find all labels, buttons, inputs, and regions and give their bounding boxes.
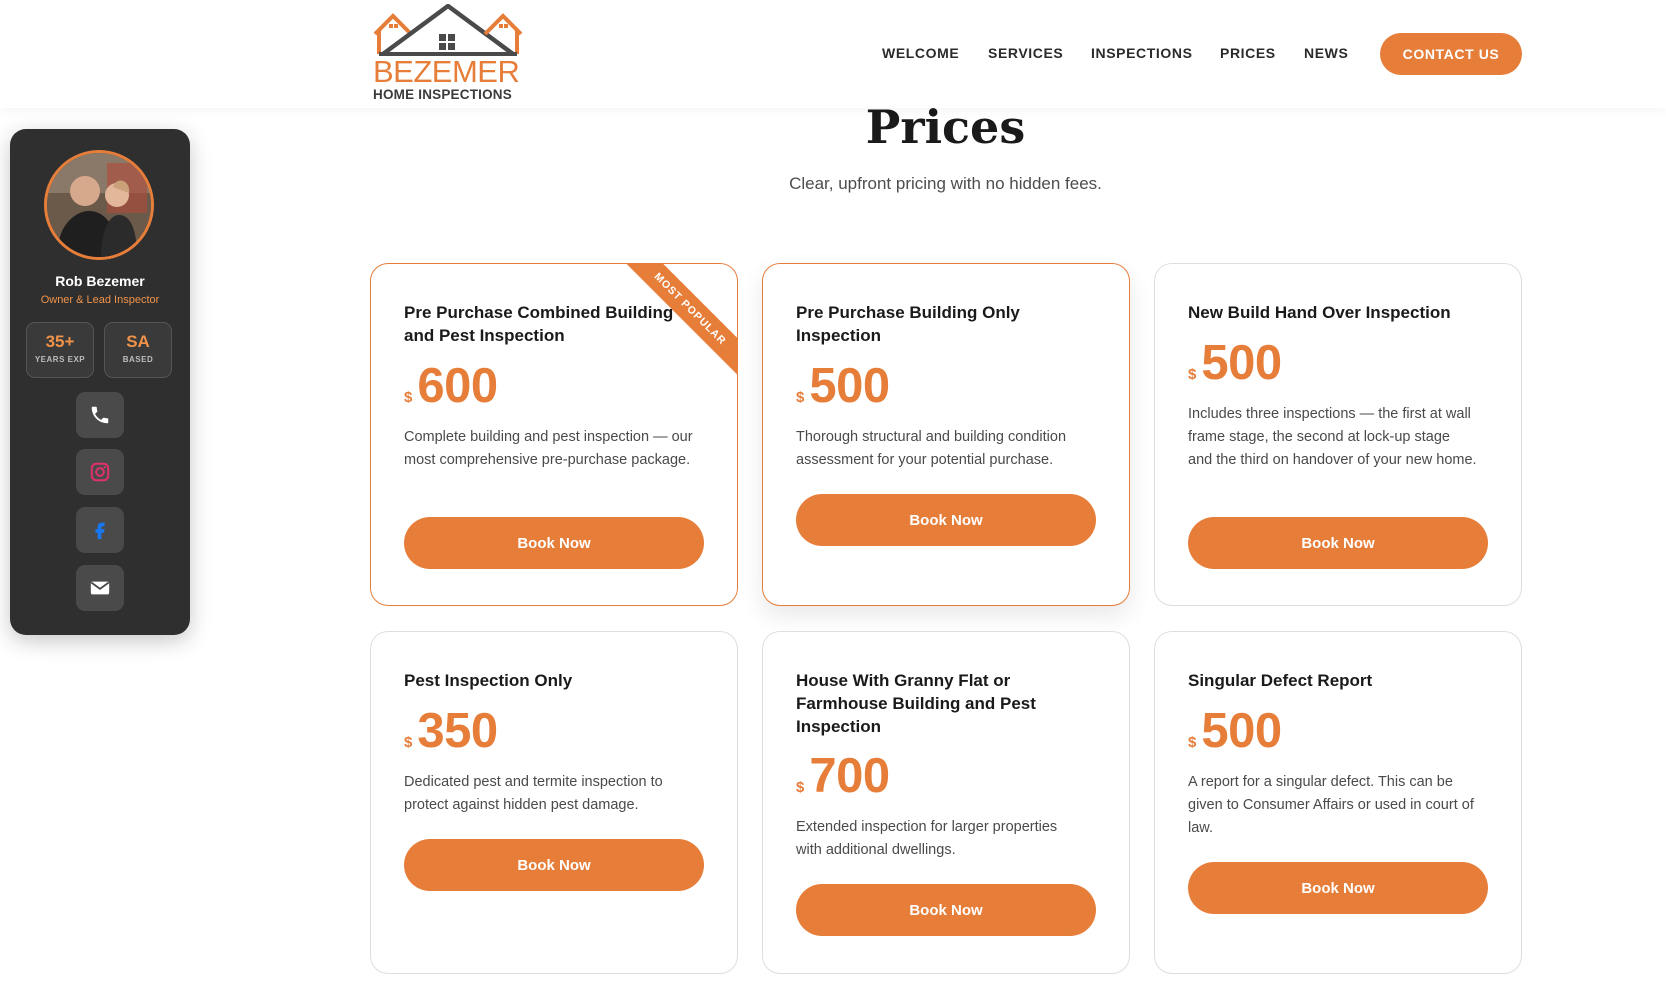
- nav-prices[interactable]: PRICES: [1220, 45, 1276, 61]
- card-title: New Build Hand Over Inspection: [1188, 303, 1451, 322]
- card-price: $ 700: [796, 752, 890, 801]
- price-currency: $: [1188, 366, 1197, 383]
- card-price: $ 500: [796, 362, 890, 411]
- book-now-button[interactable]: Book Now: [404, 517, 704, 569]
- phone-button[interactable]: [76, 392, 124, 438]
- card-description: Includes three inspections — the first a…: [1188, 406, 1477, 468]
- house-logo-icon: [373, 4, 523, 56]
- site-header: BEZEMER HOME INSPECTIONS WELCOME SERVICE…: [0, 0, 1666, 108]
- inspector-name: Rob Bezemer: [55, 273, 145, 289]
- price-card-new-build: New Build Hand Over Inspection $ 500 Inc…: [1154, 263, 1522, 606]
- stat-value: 35+: [45, 332, 75, 351]
- contact-us-button[interactable]: CONTACT US: [1380, 33, 1522, 75]
- facebook-button[interactable]: [76, 507, 124, 553]
- price-amount: 500: [1201, 704, 1282, 758]
- card-description: Thorough structural and building conditi…: [796, 429, 1067, 468]
- price-currency: $: [404, 389, 413, 406]
- book-now-button[interactable]: Book Now: [404, 839, 704, 891]
- price-currency: $: [796, 779, 805, 796]
- price-card-combined: MOST POPULAR Pre Purchase Combined Build…: [370, 263, 738, 606]
- card-description: Extended inspection for larger propertie…: [796, 819, 1058, 858]
- stat-location: SA BASED: [104, 322, 172, 378]
- email-button[interactable]: [76, 565, 124, 611]
- book-now-button[interactable]: Book Now: [796, 884, 1096, 936]
- card-title: Singular Defect Report: [1188, 671, 1373, 690]
- profile-photo: [47, 153, 151, 257]
- page-title: Prices: [865, 100, 1026, 154]
- price-currency: $: [796, 389, 805, 406]
- price-amount: 350: [417, 704, 498, 758]
- card-price: $ 350: [404, 707, 498, 756]
- card-description: Dedicated pest and termite inspection to…: [404, 774, 663, 813]
- card-title: Pre Purchase Combined Building and Pest …: [404, 303, 674, 345]
- instagram-button[interactable]: [76, 449, 124, 495]
- card-price: $ 500: [1188, 339, 1282, 388]
- instagram-icon: [90, 462, 110, 482]
- stat-years: 35+ YEARS EXP: [26, 322, 94, 378]
- avatar: [44, 150, 154, 260]
- email-icon: [90, 581, 110, 595]
- logo-wordmark: BEZEMER: [373, 54, 520, 89]
- price-amount: 700: [809, 749, 890, 803]
- price-card-building-only: Pre Purchase Building Only Inspection $ …: [762, 263, 1130, 606]
- nav-services[interactable]: SERVICES: [988, 45, 1063, 61]
- nav-news[interactable]: NEWS: [1304, 45, 1348, 61]
- page-subtitle: Clear, upfront pricing with no hidden fe…: [789, 174, 1102, 193]
- book-now-button[interactable]: Book Now: [1188, 862, 1488, 914]
- book-now-button[interactable]: Book Now: [1188, 517, 1488, 569]
- nav-inspections[interactable]: INSPECTIONS: [1091, 45, 1193, 61]
- price-currency: $: [404, 734, 413, 751]
- card-title: Pest Inspection Only: [404, 671, 573, 690]
- price-card-pest-only: Pest Inspection Only $ 350 Dedicated pes…: [370, 631, 738, 974]
- card-price: $ 500: [1188, 707, 1282, 756]
- card-price: $ 600: [404, 362, 498, 411]
- book-now-button[interactable]: Book Now: [796, 494, 1096, 546]
- card-description: Complete building and pest inspection — …: [404, 429, 693, 468]
- price-card-defect-report: Singular Defect Report $ 500 A report fo…: [1154, 631, 1522, 974]
- price-card-granny-flat: House With Granny Flat or Farmhouse Buil…: [762, 631, 1130, 974]
- inspector-role: Owner & Lead Inspector: [40, 294, 160, 306]
- price-amount: 500: [809, 359, 890, 413]
- card-title: House With Granny Flat or Farmhouse Buil…: [796, 671, 1036, 736]
- logo-tagline: HOME INSPECTIONS: [373, 87, 512, 102]
- stat-label: YEARS EXP: [34, 355, 86, 364]
- brand-logo[interactable]: BEZEMER HOME INSPECTIONS: [373, 4, 523, 104]
- nav-welcome[interactable]: WELCOME: [882, 45, 959, 61]
- card-description: A report for a singular defect. This can…: [1188, 774, 1474, 836]
- card-title: Pre Purchase Building Only Inspection: [796, 303, 1020, 345]
- stat-label: BASED: [122, 355, 154, 364]
- price-amount: 600: [417, 359, 498, 413]
- price-currency: $: [1188, 734, 1197, 751]
- stat-value: SA: [126, 332, 150, 351]
- phone-icon: [91, 406, 109, 424]
- facebook-icon: [95, 522, 105, 540]
- price-amount: 500: [1201, 336, 1282, 390]
- inspector-profile-card: Rob Bezemer Owner & Lead Inspector 35+ Y…: [10, 129, 190, 635]
